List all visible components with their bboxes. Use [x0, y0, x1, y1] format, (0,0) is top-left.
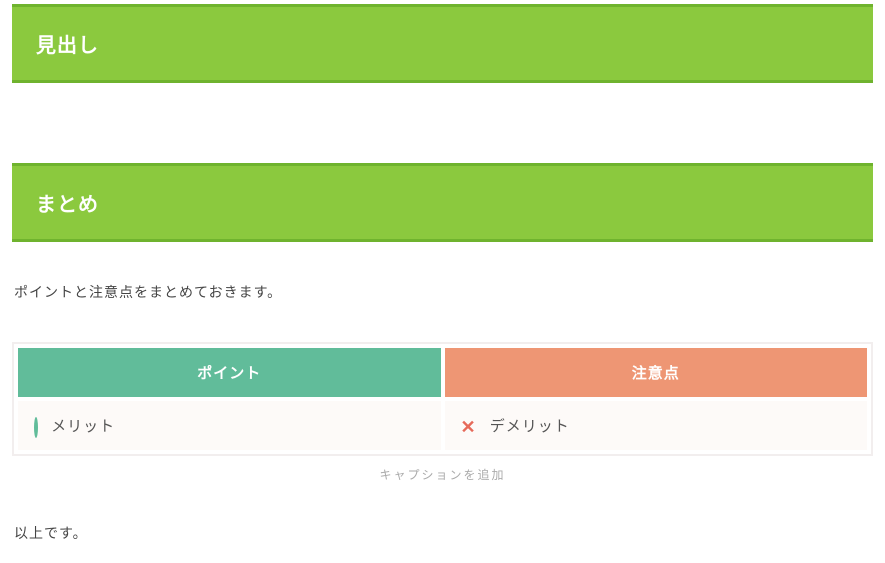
x-icon: ✕: [461, 418, 477, 436]
caption-input[interactable]: キャプションを追加: [12, 466, 873, 483]
table-header-row: ポイント 注意点: [18, 348, 867, 399]
table-header-pros: ポイント: [18, 348, 443, 399]
pros-cons-table-wrap: ポイント 注意点 メリット ✕ デメリット: [12, 342, 873, 456]
intro-paragraph: ポイントと注意点をまとめておきます。: [14, 282, 873, 302]
table-cell-cons: ✕ デメリット: [443, 399, 868, 450]
cell-pros-text: メリット: [51, 418, 115, 435]
table-header-cons: 注意点: [443, 348, 868, 399]
heading-block-1: 見出し: [12, 4, 873, 83]
table-row: メリット ✕ デメリット: [18, 399, 867, 450]
heading-block-2: まとめ: [12, 163, 873, 242]
cell-cons-text: デメリット: [490, 418, 570, 435]
table-cell-pros: メリット: [18, 399, 443, 450]
heading-text-2: まとめ: [36, 194, 99, 216]
pros-cons-table: ポイント 注意点 メリット ✕ デメリット: [18, 348, 867, 450]
circle-icon: [34, 419, 38, 436]
heading-text-1: 見出し: [36, 35, 99, 57]
closing-paragraph: 以上です。: [14, 523, 873, 543]
